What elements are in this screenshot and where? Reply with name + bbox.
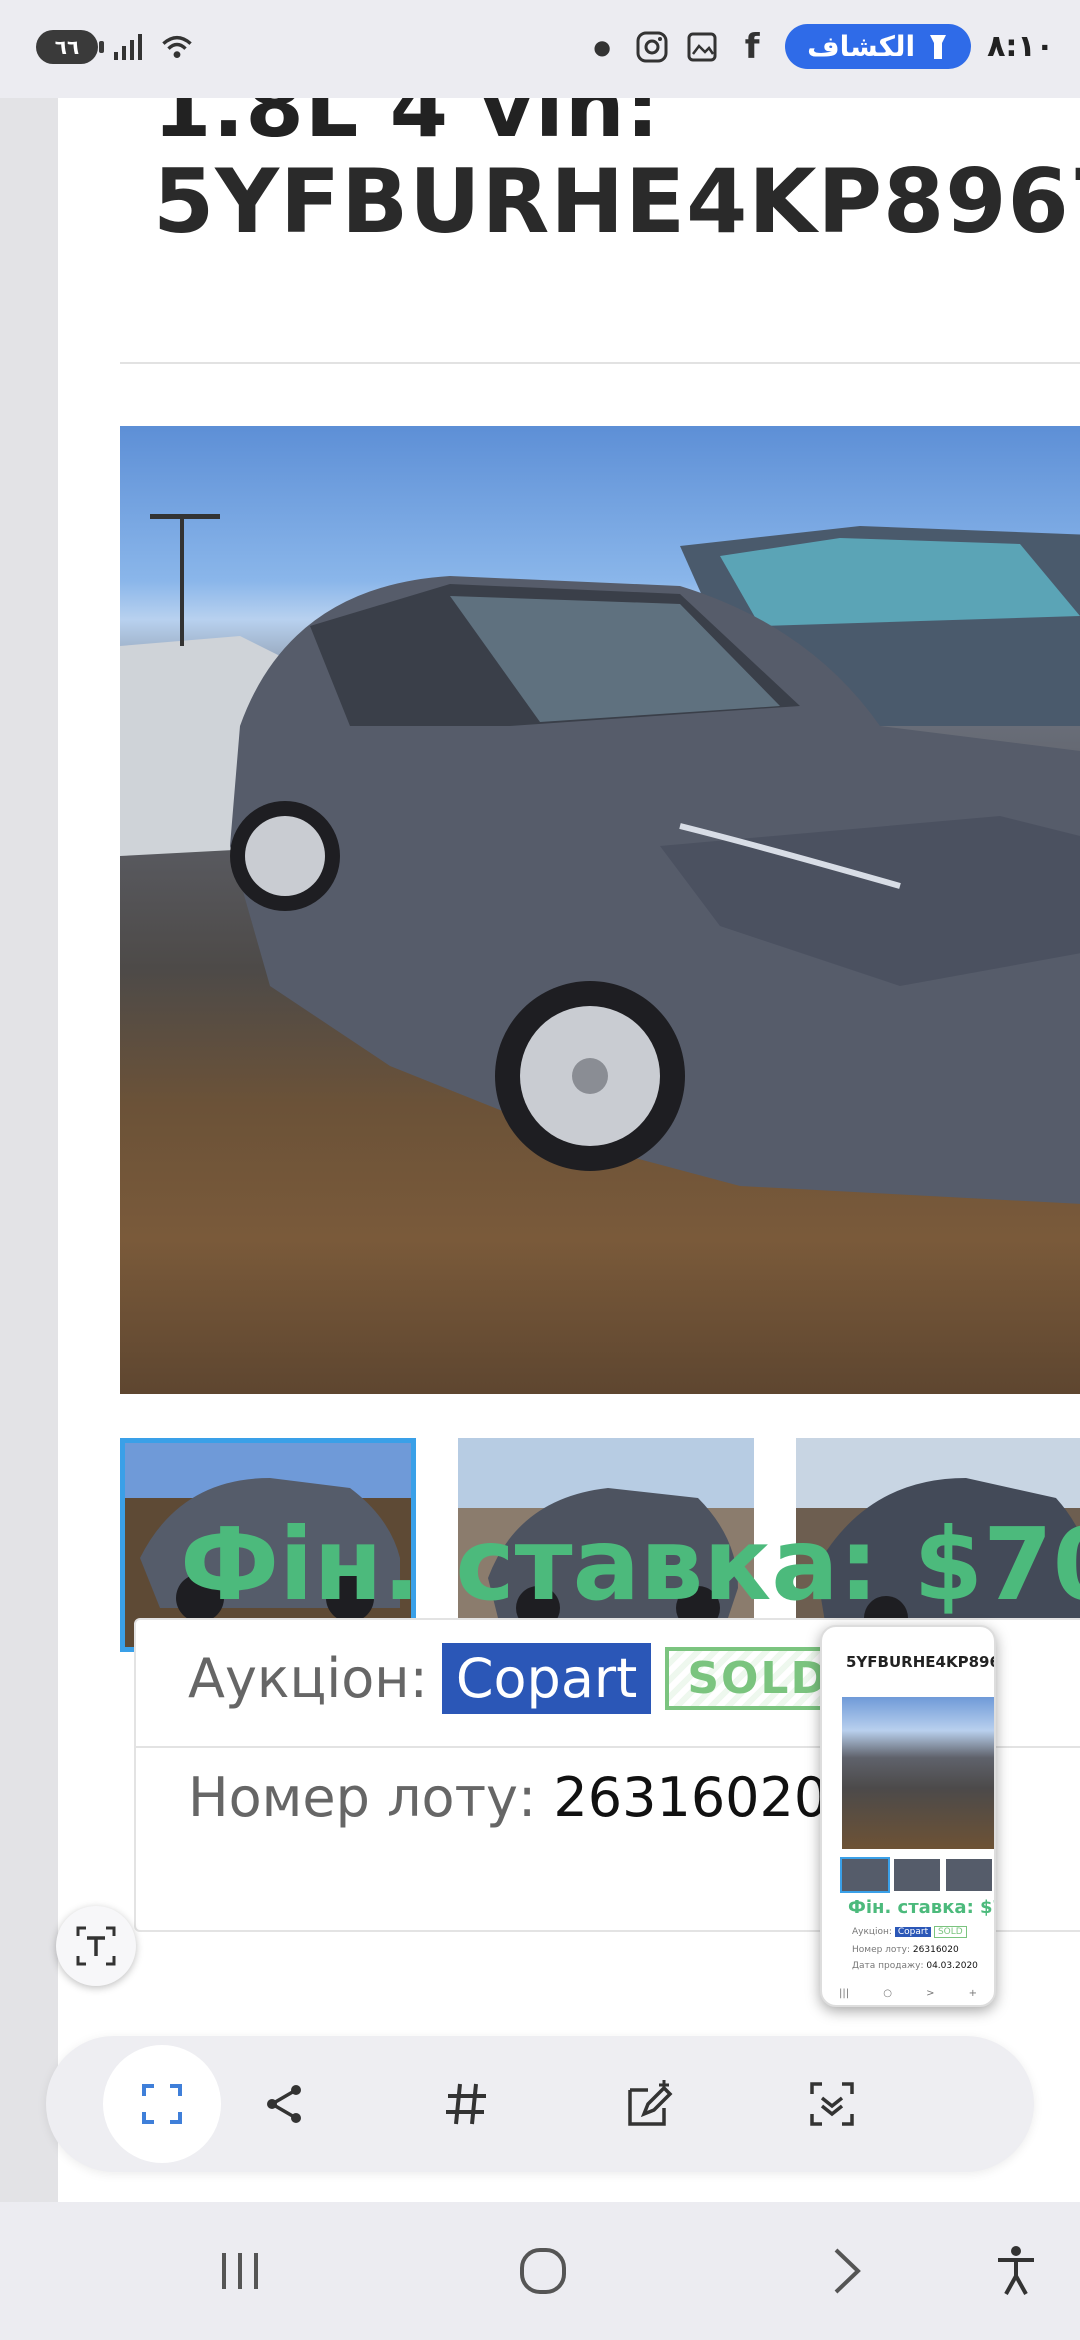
- hashtag-icon: [446, 2083, 486, 2125]
- flashlight-pill[interactable]: الكشاف: [785, 24, 972, 69]
- car-illustration: [120, 514, 1080, 1204]
- preview-navbar: ||| ○ > +: [839, 1988, 977, 1999]
- crop-button[interactable]: [102, 2036, 222, 2172]
- preview-date-value: 04.03.2020: [926, 1961, 978, 1971]
- share-icon: [267, 2085, 301, 2123]
- navigation-bar: [0, 2202, 1080, 2340]
- clock: ٨:١٠: [987, 29, 1054, 64]
- back-button[interactable]: [786, 2202, 906, 2340]
- preview-lot-label: Номер лоту:: [852, 1945, 911, 1955]
- recents-button[interactable]: [180, 2202, 300, 2340]
- status-bar: ٦٦ ● f الكشاف ٨:١٠: [0, 0, 1080, 98]
- flashlight-label: الكشاف: [807, 30, 916, 63]
- share-button[interactable]: [224, 2036, 344, 2172]
- facebook-icon: f: [744, 26, 760, 67]
- back-icon: [834, 2248, 861, 2294]
- auction-row: Аукціон: Copart SOLD: [188, 1643, 851, 1714]
- scroll-capture-button[interactable]: [772, 2036, 892, 2172]
- screenshot-preview[interactable]: 5YFBURHE4KP89672 Фін. ставка: $700 Аукці…: [820, 1625, 996, 2007]
- preview-date-row: Дата продажу: 04.03.2020: [852, 1961, 978, 1971]
- preview-photo: [842, 1697, 994, 1849]
- vin-heading: 5YFBURHE4KP89672: [153, 150, 1080, 253]
- page-gutter: [0, 98, 58, 2202]
- recents-icon: [222, 2253, 258, 2289]
- gallery-icon: [687, 32, 717, 61]
- preview-auction-label: Аукціон:: [852, 1927, 892, 1937]
- preview-lot-row: Номер лоту: 26316020: [852, 1945, 959, 1955]
- lot-value: 26316020: [553, 1766, 829, 1829]
- crop-icon: [142, 2084, 182, 2124]
- extract-text-button[interactable]: [56, 1906, 136, 1986]
- edit-button[interactable]: [590, 2036, 710, 2172]
- edit-icon: [628, 2080, 673, 2126]
- home-button[interactable]: [483, 2202, 603, 2340]
- vin-heading-partial: 1.8L 4 vin:: [153, 98, 661, 156]
- hashtag-button[interactable]: [406, 2036, 526, 2172]
- auction-badge[interactable]: Copart: [441, 1643, 652, 1714]
- preview-vin: 5YFBURHE4KP89672: [846, 1653, 994, 1671]
- screenshot-toolbar: [46, 2036, 1034, 2172]
- lot-row: Номер лоту: 26316020: [188, 1766, 828, 1829]
- home-icon: [520, 2248, 566, 2294]
- preview-price: Фін. ставка: $700: [848, 1897, 994, 1918]
- preview-date-label: Дата продажу:: [852, 1961, 924, 1971]
- instagram-icon: [636, 31, 668, 62]
- flashlight-icon: [930, 34, 947, 59]
- signal-icon: [114, 34, 142, 60]
- preview-auction-row: Аукціон: Copart SOLD: [852, 1926, 967, 1938]
- accessibility-icon: [998, 2246, 1034, 2295]
- auction-label: Аукціон:: [188, 1647, 428, 1710]
- divider: [120, 362, 1080, 364]
- dot-icon: ●: [593, 34, 611, 59]
- preview-thumbs: [840, 1857, 992, 1893]
- lot-label: Номер лоту:: [188, 1766, 537, 1829]
- text-extract-icon: [76, 1926, 116, 1966]
- battery-indicator: ٦٦: [36, 30, 104, 64]
- preview-lot-value: 26316020: [912, 1945, 959, 1955]
- main-car-photo[interactable]: [120, 426, 1080, 1394]
- scroll-capture-icon: [810, 2082, 854, 2126]
- preview-auction-badge: Copart: [894, 1927, 932, 1937]
- wifi-icon: [162, 35, 192, 59]
- accessibility-button[interactable]: [956, 2202, 1076, 2340]
- preview-sold-badge: SOLD: [933, 1926, 967, 1938]
- price-heading: Фін. ставка: $700: [180, 1506, 1080, 1623]
